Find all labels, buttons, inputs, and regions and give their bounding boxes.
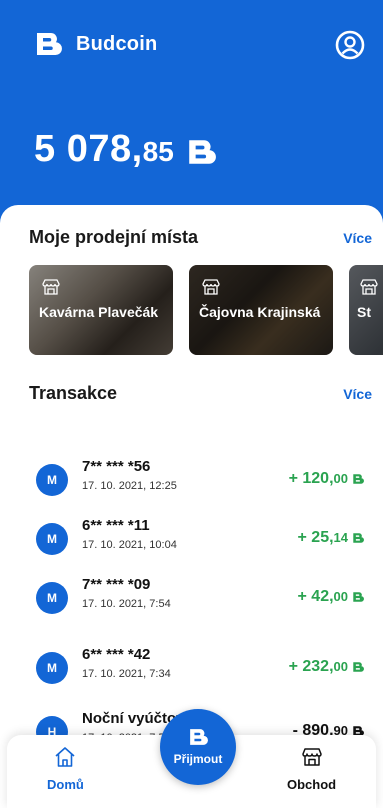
currency-icon [189,139,216,164]
transaction-amount: + 25, 14 [298,529,365,547]
nav-shop[interactable]: Obchod [287,745,336,792]
currency-icon [353,533,364,543]
currency-icon [353,474,364,484]
amount-decimal: 00 [333,659,348,674]
transaction-amount: + 120, 00 [289,470,364,488]
places-more-link[interactable]: Více [343,230,372,246]
home-icon [55,747,75,767]
transaction-date: 17. 10. 2021, 10:04 [82,539,177,551]
avatar: M [36,582,68,614]
balance: 5 078, 85 [34,128,216,171]
place-name: Čajovna Krajinská [199,304,321,320]
places-carousel[interactable]: Kavárna Plavečák Čajovna Krajinská St [29,265,383,355]
brand: Budcoin [34,30,157,58]
transaction-title: 7** *** *09 [82,576,151,593]
transactions-title: Transakce [29,383,118,403]
app-name: Budcoin [76,32,158,55]
amount-decimal: 14 [333,530,348,545]
transaction-title: 6** *** *42 [82,646,151,663]
nav-home[interactable]: Domů [47,745,84,792]
amount-main: + 42, [297,588,334,605]
transaction-title: 6** *** *11 [82,517,150,534]
amount-main: + 120, [288,470,334,487]
budcoin-logo-icon [37,33,62,56]
store-icon [42,279,60,295]
avatar: M [36,523,68,555]
receive-button[interactable]: Přijmout [160,709,236,785]
amount-decimal: 00 [333,471,348,486]
avatar: M [36,652,68,684]
receive-label: Přijmout [173,752,223,766]
transaction-row[interactable]: M 7** *** *09 17. 10. 2021, 7:54 + 42, 00 [0,576,383,626]
amount-main: + 232, [288,658,334,675]
amount-main: + 25, [297,529,334,546]
place-card[interactable]: Čajovna Krajinská [189,265,333,355]
avatar: M [36,464,68,496]
transaction-title: 7** *** *56 [82,458,151,475]
budcoin-logo-icon [190,729,208,745]
transaction-amount: + 42, 00 [298,588,365,606]
currency-icon [353,662,364,672]
place-card[interactable]: St [349,265,383,355]
balance-decimal: 85 [142,136,174,167]
place-card[interactable]: Kavárna Plavečák [29,265,173,355]
balance-integer: 5 078, [34,128,143,170]
nav-home-label: Domů [47,777,84,792]
place-name: St [357,304,371,320]
transaction-date: 17. 10. 2021, 7:54 [82,598,171,610]
profile-icon[interactable] [335,30,365,60]
transaction-date: 17. 10. 2021, 7:34 [82,668,171,680]
transactions-more-link[interactable]: Více [343,386,372,402]
transaction-date: 17. 10. 2021, 12:25 [82,480,177,492]
transaction-amount: + 232, 00 [289,658,364,676]
transaction-row[interactable]: M 6** *** *42 17. 10. 2021, 7:34 + 232, 0… [0,646,383,696]
store-icon [360,279,378,295]
transaction-row[interactable]: M 6** *** *11 17. 10. 2021, 10:04 + 25, 1… [0,517,383,567]
store-icon [202,279,220,295]
currency-icon [353,592,364,602]
amount-decimal: 00 [333,589,348,604]
header: Budcoin 5 078, 85 [0,0,383,215]
nav-shop-label: Obchod [287,777,337,792]
transaction-row[interactable]: M 7** *** *56 17. 10. 2021, 12:25 + 120,… [0,458,383,508]
places-title: Moje prodejní místa [29,227,199,247]
shop-icon [301,748,322,766]
place-name: Kavárna Plavečák [39,304,159,320]
